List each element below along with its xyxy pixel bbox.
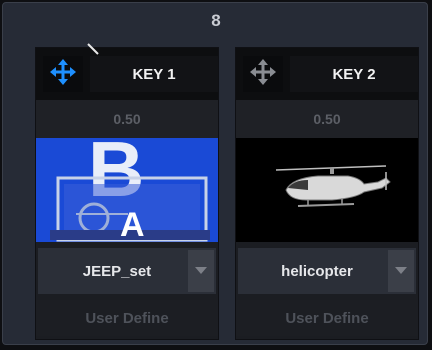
key-1-source-name: JEEP_set: [82, 262, 152, 280]
key-2-source-select[interactable]: helicopter: [238, 248, 416, 294]
four-way-arrow-icon: [250, 58, 276, 90]
key-1-label: KEY 1: [90, 56, 218, 92]
key-2-value[interactable]: 0.50: [236, 100, 418, 138]
chevron-down-icon: [195, 262, 207, 280]
key-1-thumbnail[interactable]: B A: [36, 138, 218, 242]
chevron-down-icon: [395, 262, 407, 280]
key-1-source-select[interactable]: JEEP_set: [38, 248, 216, 294]
thumb-letter-bottom: A: [120, 206, 145, 242]
key-1-user-define-button[interactable]: User Define: [36, 300, 218, 336]
key-2-source-name: helicopter: [281, 262, 353, 280]
key-2-dropdown-button[interactable]: [388, 250, 414, 292]
key-2-header: KEY 2: [236, 48, 418, 100]
key-1-move-button[interactable]: [43, 56, 83, 92]
key-1-dropdown-button[interactable]: [188, 250, 214, 292]
key-2-move-button[interactable]: [243, 56, 283, 92]
key-1-header: KEY 1: [36, 43, 218, 100]
key-panel: 8 KEY 1 0.50 B A JEEP_set User Define KE…: [2, 2, 428, 345]
key-2-user-define-button[interactable]: User Define: [236, 300, 418, 336]
panel-number: 8: [211, 11, 221, 30]
four-way-arrow-icon: [50, 58, 76, 90]
key-2-card: KEY 2 0.50 helicopter User Define: [235, 47, 419, 340]
key-2-label: KEY 2: [290, 56, 418, 92]
key-1-card: KEY 1 0.50 B A JEEP_set User Define: [35, 43, 219, 340]
key-2-thumbnail[interactable]: [236, 138, 418, 242]
helicopter-image: [275, 165, 391, 207]
key-1-value[interactable]: 0.50: [36, 100, 218, 138]
